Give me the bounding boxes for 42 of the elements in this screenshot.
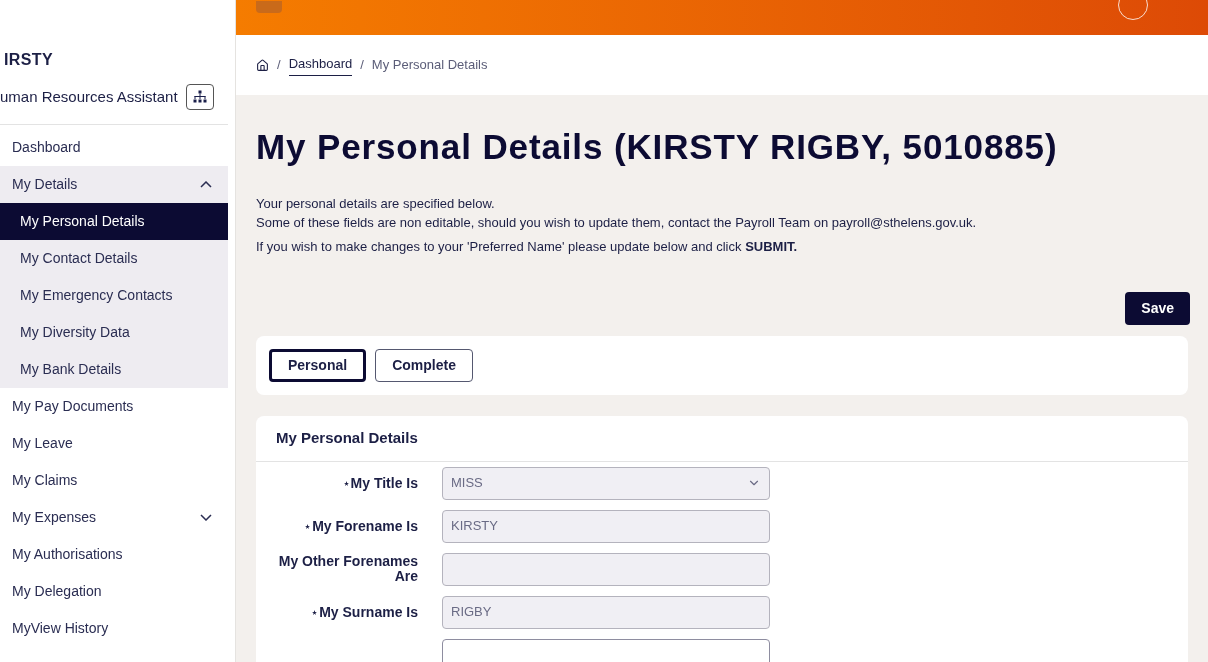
- sidebar-item[interactable]: My Delegation: [0, 573, 228, 610]
- text-field[interactable]: [442, 552, 770, 586]
- sidebar-item[interactable]: My Contact Details: [0, 240, 228, 277]
- home-icon[interactable]: [256, 58, 269, 72]
- step-tab[interactable]: Personal: [269, 348, 367, 382]
- text-field[interactable]: [442, 638, 770, 662]
- field-label: My Forename Is: [312, 518, 418, 534]
- sidebar-item[interactable]: Dashboard: [0, 129, 228, 166]
- user-name: IRSTY: [3, 50, 55, 70]
- user-role: uman Resources Assistant: [0, 86, 178, 107]
- intro-text: Your personal details are specified below.: [256, 194, 496, 213]
- breadcrumb-link[interactable]: Dashboard: [288, 53, 353, 77]
- field-label: My Title Is: [350, 475, 418, 491]
- breadcrumb-current: My Personal Details: [371, 56, 488, 75]
- breadcrumb-separator: /: [360, 56, 364, 75]
- sidebar-item[interactable]: My Details: [0, 166, 228, 203]
- form-title: My Personal Details: [256, 415, 1188, 462]
- page-title: My Personal Details (KIRSTY RIGBY, 5010885): [256, 126, 1059, 168]
- sidebar-item[interactable]: My Bank Details: [0, 351, 228, 388]
- sidebar-item[interactable]: My Leave: [0, 425, 228, 462]
- step-tab[interactable]: Complete: [375, 348, 473, 382]
- breadcrumb-separator: /: [277, 56, 281, 75]
- save-button[interactable]: Save: [1125, 291, 1190, 325]
- field-label: My Other Forenames Are: [278, 554, 418, 584]
- sidebar-item[interactable]: My Diversity Data: [0, 314, 228, 351]
- sidebar-item[interactable]: MyView History: [0, 610, 228, 647]
- chevron-up-icon: [200, 181, 212, 188]
- title-select[interactable]: MISS: [442, 466, 770, 500]
- sidebar-item[interactable]: My Pay Documents: [0, 388, 228, 425]
- sidebar-item[interactable]: My Claims: [0, 462, 228, 499]
- sidebar-item[interactable]: My Emergency Contacts: [0, 277, 228, 314]
- org-chart-icon: [192, 90, 207, 104]
- text-field[interactable]: KIRSTY: [442, 509, 770, 543]
- intro-text: If you wish to make changes to your 'Preferred Name' please update below and click SUBMIT.: [256, 237, 799, 256]
- sidebar-item[interactable]: My Personal Details: [0, 203, 228, 240]
- intro-text: Some of these fields are non editable, should you wish to update them, contact the Payroll Team on payroll@sthelens.gov.uk.: [256, 213, 978, 232]
- chevron-down-icon: [200, 514, 212, 521]
- sidebar-item[interactable]: My Authorisations: [0, 536, 228, 573]
- field-label: My Surname Is: [319, 604, 418, 620]
- sidebar-item[interactable]: My Expenses: [0, 499, 228, 536]
- org-chart-button[interactable]: [185, 84, 214, 110]
- text-field[interactable]: RIGBY: [442, 595, 770, 629]
